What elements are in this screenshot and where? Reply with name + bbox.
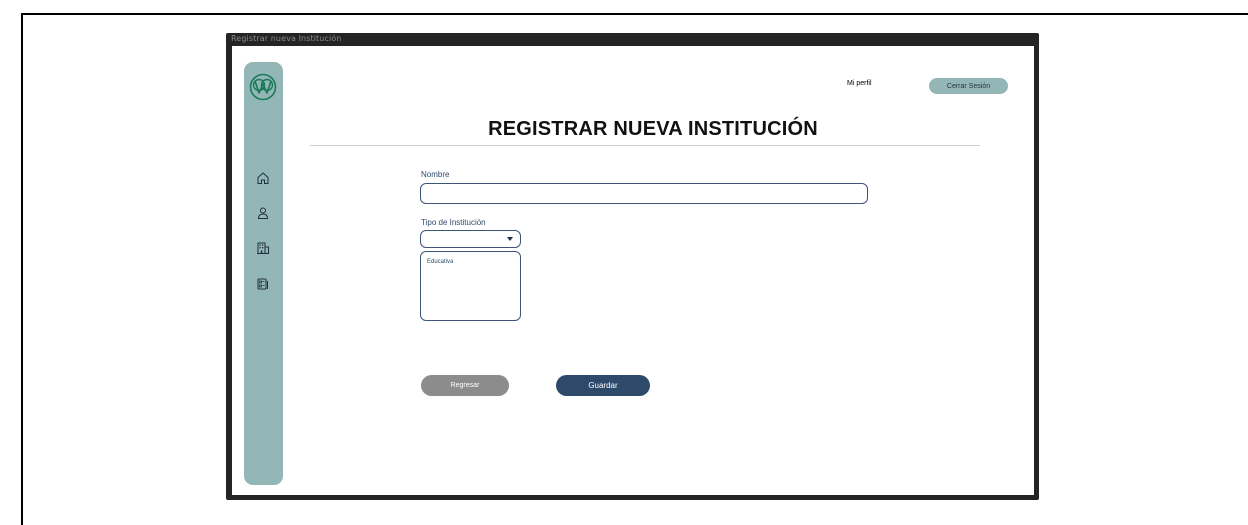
logo-icon [249, 73, 277, 101]
page-title: REGISTRAR NUEVA INSTITUCIÓN [488, 118, 818, 140]
building-icon[interactable] [255, 240, 271, 256]
name-label: Nombre [421, 170, 450, 179]
option-educativa[interactable]: Educativa [427, 259, 453, 265]
app-window: Registrar nueva Institución Mi perfil Ce… [226, 33, 1039, 500]
title-divider [310, 145, 980, 146]
profile-link[interactable]: Mi perfil [847, 80, 872, 87]
window-content: Mi perfil Cerrar Sesión REGISTRAR NUEVA … [232, 46, 1034, 495]
window-title: Registrar nueva Institución [231, 34, 342, 43]
dropdown-arrow-icon [507, 237, 513, 241]
institution-type-options: Educativa [420, 251, 521, 321]
institution-type-select[interactable] [420, 230, 521, 248]
save-button[interactable]: Guardar [556, 375, 650, 396]
id-card-icon[interactable] [255, 276, 271, 292]
back-button[interactable]: Regresar [421, 375, 509, 396]
user-icon[interactable] [255, 205, 271, 221]
home-icon[interactable] [255, 170, 271, 186]
institution-type-label: Tipo de Institución [421, 218, 486, 227]
name-input[interactable] [420, 183, 868, 204]
logout-button[interactable]: Cerrar Sesión [929, 78, 1008, 94]
